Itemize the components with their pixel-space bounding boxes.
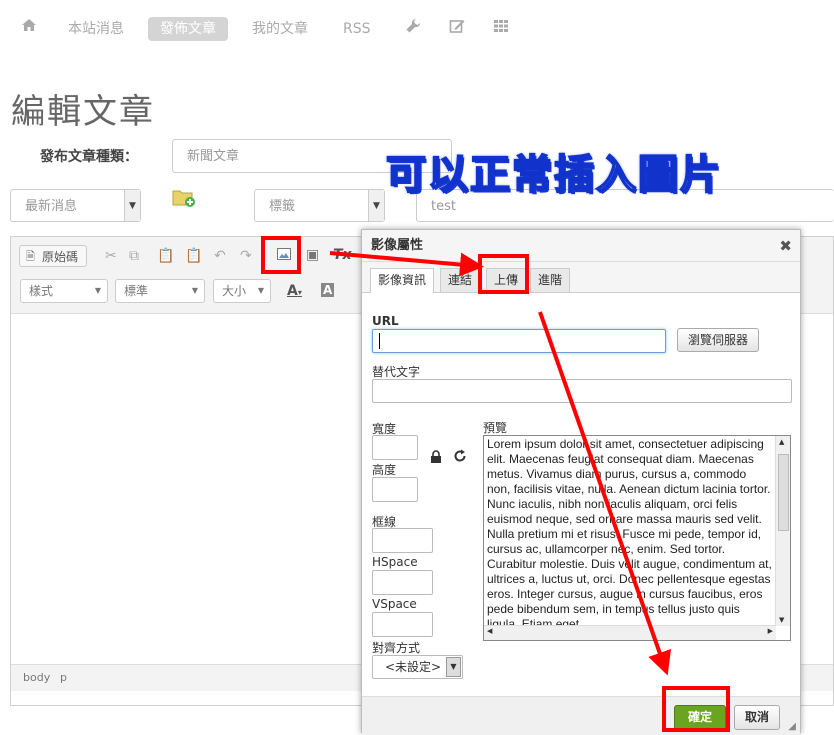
arrow-to-ok-button [538, 311, 672, 676]
annotation-arrows [329, 251, 672, 676]
arrow-to-upload-tab [329, 251, 484, 277]
